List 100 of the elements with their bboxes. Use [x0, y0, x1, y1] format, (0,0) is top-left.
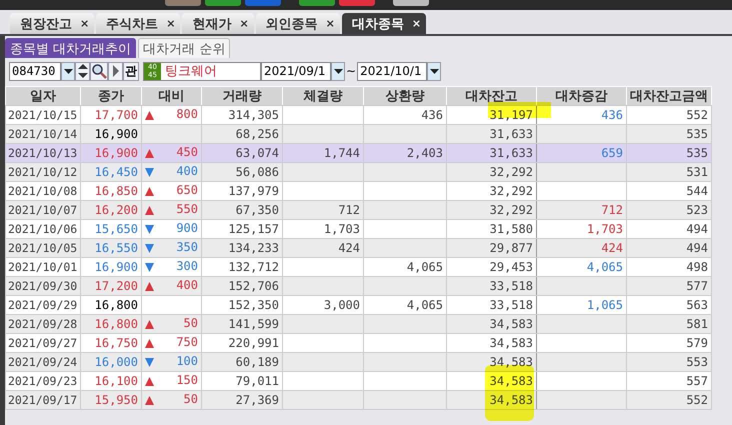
close-button[interactable]: ×	[239, 17, 249, 30]
table-cell: 31,580	[490, 222, 533, 236]
table-cell: 2021/10/08	[8, 184, 78, 198]
tab[interactable]: 주식차트 ×	[96, 13, 180, 34]
table-row[interactable]: 2021/10/07 16,200 550 67,350 712 32,292 712 523	[6, 200, 712, 220]
table-row[interactable]: 2021/10/05 16,550 350 134,233 424 29,877 424 494	[6, 238, 712, 258]
date-field[interactable]: 2021/09/1	[261, 62, 331, 80]
close-button[interactable]: ×	[166, 17, 176, 30]
table-cell: 2021/10/06	[8, 222, 78, 236]
table-cell: 16,200	[94, 203, 138, 217]
table-cell: 100	[176, 354, 198, 368]
tab-label: 외인종목	[266, 16, 318, 32]
table-row[interactable]: 2021/10/08 16,850 650 137,979 32,292 544	[6, 182, 712, 200]
table-cell: 34,583	[490, 393, 533, 407]
table-cell: 2021/10/07	[8, 203, 78, 217]
table-cell: 494	[686, 241, 708, 255]
table-cell: 132,712	[228, 260, 279, 274]
table-cell: 34,583	[490, 336, 533, 350]
table-cell: 137,979	[228, 184, 279, 198]
table-cell: 1,744	[324, 146, 360, 160]
code-field[interactable]: 084730	[9, 62, 61, 80]
spinner-button[interactable]	[75, 62, 90, 80]
caret-icon	[64, 68, 72, 74]
column-header: 대비	[142, 86, 202, 106]
close-button[interactable]: ×	[412, 17, 422, 30]
table-cell: 450	[176, 145, 198, 159]
table-cell: 56,086	[236, 165, 279, 179]
tab-label: 대차종목	[352, 16, 404, 32]
table-cell: 2,403	[406, 146, 443, 160]
table-cell: 424	[601, 241, 623, 255]
column-header: 대차증감	[536, 86, 626, 106]
table-row[interactable]: 2021/10/13 16,900 450 63,074 1,744 2,403 31,633 659 535	[6, 144, 712, 162]
table-cell: 544	[686, 184, 708, 198]
table-cell: 750	[176, 335, 198, 349]
table-row[interactable]: 2021/09/30 17,200 400 152,706 33,518 577	[6, 276, 712, 296]
table-cell: 29,877	[490, 241, 533, 255]
table-cell: 15,650	[94, 222, 138, 236]
table-row[interactable]: 2021/10/12 16,450 400 56,086 32,292 531	[6, 162, 712, 182]
table-cell: 16,900	[94, 260, 138, 274]
tab-label: 주식차트	[106, 16, 158, 32]
table-cell: 15,950	[94, 393, 138, 407]
table-cell: 552	[686, 393, 708, 407]
search-button[interactable]	[90, 62, 108, 80]
table-cell: 424	[338, 241, 360, 255]
play-icon	[112, 64, 120, 78]
table-cell: 17,700	[94, 108, 138, 122]
tab[interactable]: 원장잔고 ×	[10, 13, 94, 34]
date-field[interactable]: 2021/10/1	[357, 62, 428, 80]
related-button[interactable]: 관	[123, 62, 139, 80]
table-cell: 50	[184, 392, 198, 406]
table-cell: 1,703	[586, 222, 623, 236]
table-cell: 2021/10/12	[8, 165, 78, 179]
table-cell: 531	[686, 165, 708, 179]
table-row[interactable]: 2021/10/06 15,650 900 125,157 1,703 31,580 1,703 494	[6, 220, 712, 238]
table-cell: 712	[601, 203, 623, 217]
table-cell: 2021/09/29	[8, 298, 78, 312]
close-button[interactable]: ×	[326, 17, 335, 30]
table-row[interactable]: 2021/09/29 16,800 152,350 3,000 4,065 33,518 1,065 563	[6, 296, 712, 314]
table-row[interactable]: 2021/10/14 16,900 68,256 31,633 535	[6, 124, 712, 144]
table-cell: 550	[176, 202, 198, 216]
dropdown-button[interactable]	[331, 62, 345, 80]
table-cell: 16,100	[94, 374, 138, 388]
dropdown-button[interactable]	[61, 62, 75, 80]
table-cell: 33,518	[490, 298, 533, 312]
table-cell: 650	[176, 183, 198, 197]
table-cell: 2021/10/01	[8, 260, 78, 274]
table-cell: 2021/09/30	[8, 279, 78, 293]
table-cell: 2021/09/28	[8, 317, 78, 331]
dropdown-button[interactable]	[427, 62, 442, 80]
table-cell: 436	[601, 108, 623, 122]
table-cell: 900	[176, 221, 198, 235]
close-button[interactable]: ×	[80, 17, 90, 30]
tab[interactable]: 현재가 ×	[182, 13, 254, 34]
table-cell: 63,074	[236, 146, 279, 160]
table-cell: 659	[601, 146, 623, 160]
table-row[interactable]: 2021/09/23 16,100 150 79,011 34,583 557	[6, 372, 712, 390]
table-cell: 125,157	[228, 222, 279, 236]
table-cell: 50	[184, 316, 198, 330]
table-cell: 579	[686, 336, 708, 350]
table-cell: 400	[176, 278, 198, 292]
sub-tab[interactable]: 대차거래 순위	[138, 38, 230, 58]
table-cell: 79,011	[236, 374, 279, 388]
table-cell: 16,000	[94, 355, 138, 369]
table-cell: 60,189	[236, 355, 279, 369]
table-row[interactable]: 2021/10/01 16,900 300 132,712 4,065 29,453 4,065 498	[6, 258, 712, 276]
table-cell: 29,453	[490, 260, 533, 274]
table-cell: 2021/10/15	[8, 108, 78, 122]
tab[interactable]: 외인종목 ×	[256, 13, 340, 34]
table-cell: 350	[176, 240, 198, 254]
table-cell: 32,292	[490, 184, 533, 198]
table-cell: 2021/09/24	[8, 355, 78, 369]
table-cell: 17,200	[94, 279, 138, 293]
table-row[interactable]: 2021/09/27 16,750 750 220,991 34,583 579	[6, 334, 712, 352]
play-button[interactable]	[108, 62, 123, 80]
sub-tab[interactable]: 종목별 대차거래추이	[5, 38, 136, 58]
table-row[interactable]: 2021/09/28 16,800 50 141,599 34,583 581	[6, 314, 712, 334]
table-cell: 712	[338, 203, 360, 217]
table-row[interactable]: 2021/09/17 15,950 50 27,369 34,583 552	[6, 390, 712, 410]
tab[interactable]: 대차종목 ×	[342, 13, 426, 34]
table-cell: 4,065	[406, 260, 443, 274]
